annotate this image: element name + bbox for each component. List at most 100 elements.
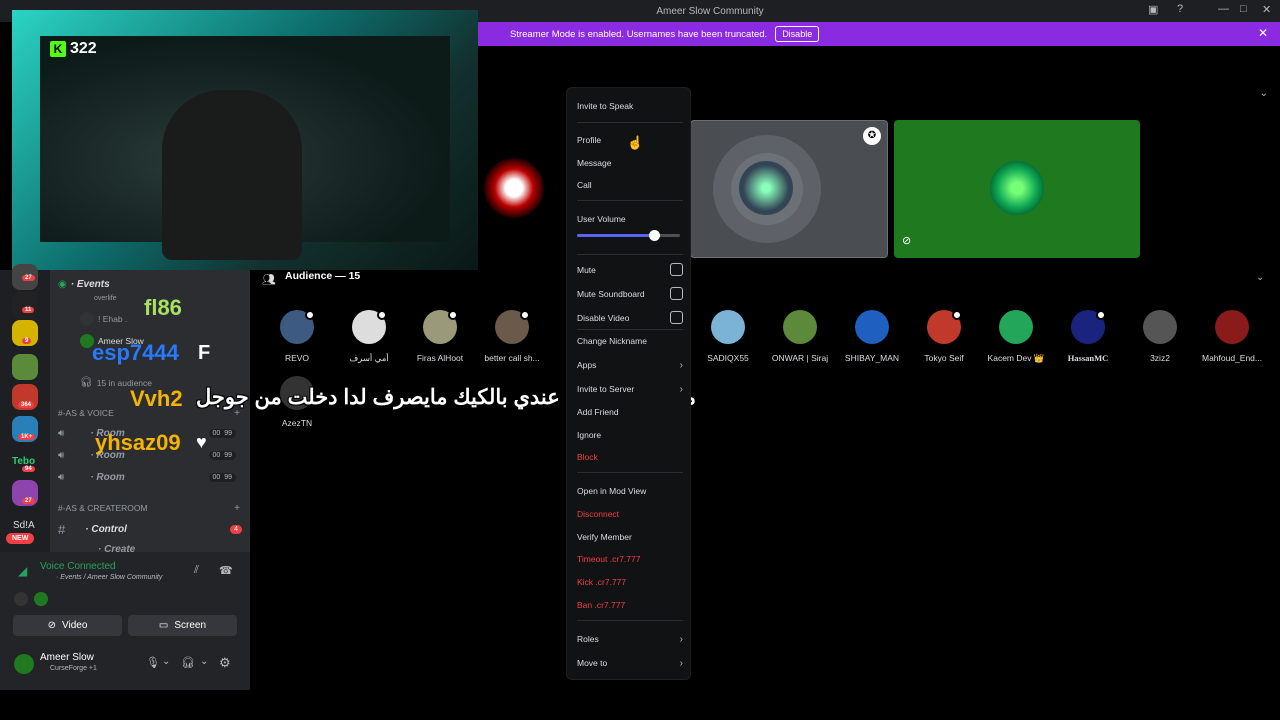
moderator-icon: [952, 310, 962, 320]
collapse-audience-icon[interactable]: ⌄: [1256, 272, 1264, 283]
maximize-button[interactable]: □: [1240, 3, 1247, 15]
avatar: [14, 592, 28, 606]
member-name: Tokyo Seif: [924, 353, 964, 363]
username[interactable]: Ameer Slow: [40, 652, 94, 663]
speaker-icon: 🔊︎: [58, 450, 65, 461]
menu-mute-soundboard-label: Mute Soundboard: [577, 289, 645, 299]
mute-checkbox[interactable]: [670, 263, 683, 276]
headphones-icon: 🎧︎: [80, 377, 93, 388]
moderator-icon: [1096, 310, 1106, 320]
close-banner-icon[interactable]: ✕: [1258, 26, 1268, 40]
server-label-sd[interactable]: Sd!A: [13, 520, 35, 531]
disable-video-checkbox[interactable]: [670, 311, 683, 324]
minimize-button[interactable]: —: [1218, 3, 1229, 15]
overlay-text-f: F: [198, 342, 211, 364]
speaker-avatar-2: [739, 161, 793, 215]
speaker-tile-avatar[interactable]: [478, 120, 568, 258]
avatar: [711, 310, 745, 344]
category-voice-label: #-AS & VOICE: [58, 408, 114, 418]
menu-ignore[interactable]: Ignore: [577, 430, 683, 440]
video-label: Video: [61, 620, 88, 631]
context-menu: Invite to Speak Profile Message Call Use…: [566, 87, 691, 680]
channel-room-3[interactable]: 🔊︎ · Room 00 99: [58, 472, 246, 483]
menu-add-friend[interactable]: Add Friend: [577, 407, 683, 417]
speaker-tile-2[interactable]: ✪: [690, 120, 888, 258]
disable-streamer-button[interactable]: Disable: [775, 26, 820, 42]
settings-gear-icon[interactable]: ⚙: [219, 655, 231, 671]
menu-ban[interactable]: Ban .cr7.777: [577, 600, 683, 610]
menu-move-to[interactable]: Move to ›: [577, 658, 683, 669]
microphone-icon[interactable]: 🎙︎: [146, 656, 160, 669]
server-badge: 94: [22, 466, 35, 472]
menu-invite-server[interactable]: Invite to Server ›: [577, 384, 683, 395]
category-createroom[interactable]: #-AS & CREATEROOM +: [58, 503, 246, 514]
collapse-stage-icon[interactable]: ⌄: [1260, 88, 1268, 99]
speaker-icon: 🔊︎: [58, 428, 65, 439]
speaker-avatar: [484, 158, 544, 218]
overlay-heart-icon: ♥: [196, 432, 207, 452]
menu-message[interactable]: Message: [577, 158, 683, 168]
menu-roles[interactable]: Roles ›: [577, 634, 683, 645]
channel-control[interactable]: # · Control 4: [58, 522, 246, 537]
room-limit: 00 99: [208, 473, 236, 482]
menu-timeout[interactable]: Timeout .cr7.777: [577, 554, 683, 564]
member-name: أمي أسرف: [349, 353, 389, 363]
overlay-text-yhsaz: yhsaz09: [95, 430, 181, 455]
menu-mute-label: Mute: [577, 265, 596, 275]
disconnect-icon[interactable]: ☎: [219, 564, 233, 577]
menu-move-to-label: Move to: [577, 658, 608, 668]
member-name: Firas AlHoot: [416, 353, 464, 363]
menu-disconnect[interactable]: Disconnect: [577, 509, 683, 519]
member-name: SHIBAY_MAN: [844, 353, 900, 363]
menu-mute-soundboard[interactable]: Mute Soundboard: [577, 287, 683, 300]
voice-location[interactable]: · Events / Ameer Slow Community: [56, 574, 162, 581]
voice-status[interactable]: Voice Connected: [40, 561, 116, 572]
volume-slider[interactable]: [577, 230, 680, 241]
chevron-right-icon: ›: [679, 360, 683, 371]
member-name: AzezTN: [281, 418, 313, 428]
headphones-icon[interactable]: 🎧︎: [181, 656, 195, 669]
noise-suppression-icon[interactable]: ⫽: [194, 564, 199, 577]
inbox-icon[interactable]: ▣: [1148, 3, 1158, 16]
server-icon-2[interactable]: [12, 292, 38, 318]
user-name: ! Ehab .: [98, 314, 128, 324]
menu-mod-view[interactable]: Open in Mod View: [577, 486, 683, 496]
menu-call[interactable]: Call: [577, 180, 683, 190]
mouse-cursor-icon: ☝: [627, 135, 644, 150]
avatar: [783, 310, 817, 344]
server-icon-4[interactable]: [12, 354, 38, 380]
chevron-down-icon[interactable]: ⌄: [162, 656, 170, 667]
member-name: SADIQX55: [707, 353, 749, 363]
avatar[interactable]: [14, 654, 34, 674]
mute-soundboard-checkbox[interactable]: [670, 287, 683, 300]
speaker-tile-3[interactable]: ⊘: [894, 120, 1140, 258]
streamer-mode-banner: Streamer Mode is enabled. Usernames have…: [478, 22, 1280, 46]
member-name: 3ziz2: [1150, 353, 1170, 363]
room-limit: 00 99: [208, 429, 236, 438]
avatar: [80, 312, 94, 326]
menu-apps[interactable]: Apps ›: [577, 360, 683, 371]
avatar: [1143, 310, 1177, 344]
stage-icon: ◉: [58, 279, 67, 290]
menu-disable-video[interactable]: Disable Video: [577, 311, 683, 324]
close-button[interactable]: ✕: [1262, 3, 1271, 16]
channel-events[interactable]: ◉ · Events: [58, 279, 246, 290]
menu-invite-speak[interactable]: Invite to Speak: [577, 101, 683, 111]
avatar: [1215, 310, 1249, 344]
server-badge: 1K+: [18, 434, 36, 440]
menu-change-nickname[interactable]: Change Nickname: [577, 336, 683, 346]
volume-slider-knob[interactable]: [649, 230, 661, 241]
screen-share-button[interactable]: ▭ Screen: [128, 615, 237, 636]
help-icon[interactable]: ?: [1177, 3, 1183, 15]
menu-verify-member[interactable]: Verify Member: [577, 532, 683, 542]
video-button[interactable]: ⊘ Video: [13, 615, 122, 636]
speaker-avatar-3: [990, 161, 1044, 215]
menu-kick[interactable]: Kick .cr7.777: [577, 577, 683, 587]
chevron-down-icon[interactable]: ⌄: [200, 656, 208, 667]
moderator-icon: [448, 310, 458, 320]
server-badge: 27: [22, 275, 35, 281]
menu-block[interactable]: Block: [577, 452, 683, 462]
menu-mute[interactable]: Mute: [577, 263, 683, 276]
control-label: · Control: [85, 524, 127, 535]
server-badge: 9: [22, 338, 32, 344]
